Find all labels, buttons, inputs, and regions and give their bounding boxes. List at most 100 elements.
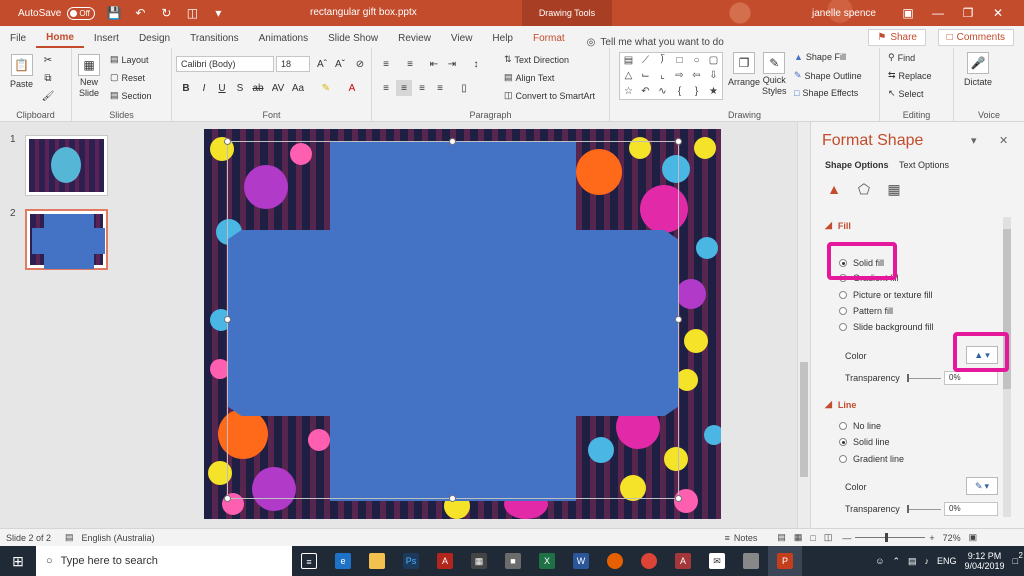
rect-shape-icon[interactable]: □ bbox=[676, 55, 682, 66]
strikethrough-icon[interactable]: ab bbox=[250, 80, 266, 96]
restore-icon[interactable]: ❐ bbox=[953, 0, 983, 26]
radio-no-line[interactable]: No line bbox=[839, 421, 881, 431]
fill-line-icon[interactable]: ▲ bbox=[825, 180, 843, 198]
section-button[interactable]: ▤ Section bbox=[110, 90, 152, 101]
task-view-icon[interactable]: ≡ bbox=[292, 546, 326, 576]
reading-view-icon[interactable]: □ bbox=[810, 533, 815, 543]
spellcheck-icon[interactable]: ▤ bbox=[65, 532, 74, 543]
slider-thumb[interactable] bbox=[907, 374, 909, 382]
bold-icon[interactable]: B bbox=[178, 80, 194, 96]
fill-section-header[interactable]: ◢ Fill bbox=[825, 220, 851, 231]
powerpoint-icon[interactable]: P bbox=[768, 546, 802, 576]
access-icon[interactable]: A bbox=[666, 546, 700, 576]
increase-indent-icon[interactable]: ⇥ bbox=[444, 56, 460, 72]
align-text-button[interactable]: ▤ Align Text bbox=[504, 72, 554, 83]
save-icon[interactable]: 💾 bbox=[107, 6, 122, 20]
justify-icon[interactable]: ≡ bbox=[432, 80, 448, 96]
slider-thumb[interactable] bbox=[907, 505, 909, 513]
excel-icon[interactable]: X bbox=[530, 546, 564, 576]
tab-view[interactable]: View bbox=[441, 28, 483, 48]
radio-slide-background-fill[interactable]: Slide background fill bbox=[839, 322, 934, 332]
format-painter-icon[interactable]: 🖌 bbox=[40, 88, 56, 104]
people-icon[interactable]: ☺ bbox=[875, 556, 884, 566]
firefox-icon[interactable] bbox=[598, 546, 632, 576]
notifications-icon[interactable]: □ 2 bbox=[1013, 551, 1023, 566]
grow-font-icon[interactable]: Aˆ bbox=[314, 56, 330, 72]
onenote-icon[interactable]: ■ bbox=[496, 546, 530, 576]
paste-button[interactable]: 📋 Paste bbox=[10, 54, 33, 89]
resize-handle[interactable] bbox=[224, 138, 231, 145]
resize-handle[interactable] bbox=[675, 316, 682, 323]
line-shape-icon[interactable]: ⟋ bbox=[642, 55, 649, 66]
zoom-slider-thumb[interactable] bbox=[885, 533, 889, 542]
decrease-indent-icon[interactable]: ⇤ bbox=[426, 56, 442, 72]
slide-thumbnail-2[interactable] bbox=[25, 209, 108, 270]
tell-me-box[interactable]: ◎ Tell me what you want to do bbox=[587, 37, 724, 48]
radio-gradient-line[interactable]: Gradient line bbox=[839, 454, 904, 464]
zoom-level[interactable]: 72% bbox=[943, 533, 961, 543]
arrow-down-shape-icon[interactable]: ⇩ bbox=[709, 70, 717, 81]
elbow-shape-icon[interactable]: ⌙ bbox=[641, 70, 649, 81]
tab-review[interactable]: Review bbox=[388, 28, 441, 48]
scrollbar-thumb[interactable] bbox=[800, 362, 808, 477]
slide-thumbnail-1[interactable] bbox=[25, 135, 108, 196]
wave-shape-icon[interactable]: ∿ bbox=[658, 86, 666, 97]
line2-shape-icon[interactable]: ⟌ bbox=[660, 55, 664, 66]
highlight-icon[interactable]: ✎ bbox=[318, 80, 334, 96]
resize-handle[interactable] bbox=[224, 316, 231, 323]
comments-button[interactable]: □ Comments bbox=[937, 29, 1014, 46]
language-indicator[interactable]: ENG bbox=[937, 556, 957, 566]
font-color-icon[interactable]: A bbox=[344, 80, 360, 96]
close-icon[interactable]: ✕ bbox=[983, 0, 1013, 26]
char-spacing-icon[interactable]: AV bbox=[270, 80, 286, 96]
customize-qat-icon[interactable]: ▾ bbox=[211, 6, 225, 20]
arrow-left-shape-icon[interactable]: ⇦ bbox=[692, 70, 700, 81]
cut-icon[interactable]: ✂ bbox=[40, 52, 56, 68]
tab-home[interactable]: Home bbox=[36, 28, 84, 48]
tab-shape-options[interactable]: Shape Options bbox=[825, 160, 889, 170]
word-icon[interactable]: W bbox=[564, 546, 598, 576]
slide-canvas[interactable] bbox=[204, 129, 721, 519]
zoom-in-icon[interactable]: + bbox=[929, 533, 934, 543]
line-transparency-slider[interactable] bbox=[907, 509, 941, 510]
fill-transparency-slider[interactable] bbox=[907, 378, 941, 379]
zoom-out-icon[interactable]: — bbox=[842, 533, 851, 543]
user-name[interactable]: janelle spence bbox=[812, 8, 876, 19]
align-center-icon[interactable]: ≡ bbox=[396, 80, 412, 96]
notes-button[interactable]: Notes bbox=[734, 533, 758, 543]
volume-icon[interactable]: ♪ bbox=[925, 556, 930, 566]
calculator-icon[interactable]: ▦ bbox=[462, 546, 496, 576]
copy-icon[interactable]: ⧉ bbox=[40, 70, 56, 86]
fill-transparency-input[interactable]: 0% bbox=[944, 371, 998, 385]
brace-right-shape-icon[interactable]: } bbox=[695, 86, 698, 97]
tab-animations[interactable]: Animations bbox=[249, 28, 318, 48]
clock[interactable]: 9:12 PM 9/04/2019 bbox=[965, 551, 1005, 571]
undo-icon[interactable]: ↶ bbox=[133, 6, 147, 20]
fit-slide-icon[interactable]: ▣ bbox=[969, 532, 978, 543]
resize-handle[interactable] bbox=[675, 138, 682, 145]
columns-icon[interactable]: ▯ bbox=[456, 80, 472, 96]
line-transparency-input[interactable]: 0% bbox=[944, 502, 998, 516]
brace-left-shape-icon[interactable]: { bbox=[678, 86, 681, 97]
effects-pentagon-icon[interactable]: ⬠ bbox=[855, 180, 873, 198]
shape-outline-button[interactable]: ✎ Shape Outline bbox=[794, 70, 862, 81]
radio-pattern-fill[interactable]: Pattern fill bbox=[839, 306, 893, 316]
change-case-icon[interactable]: Aa bbox=[290, 80, 306, 96]
slide-sorter-icon[interactable]: ▦ bbox=[794, 532, 803, 543]
bullets-icon[interactable]: ≡ bbox=[378, 56, 394, 72]
canvas-scrollbar[interactable] bbox=[797, 122, 810, 528]
photoshop-icon[interactable]: Ps bbox=[394, 546, 428, 576]
shape-fill-button[interactable]: ▲ Shape Fill bbox=[794, 52, 846, 62]
edge-icon[interactable]: e bbox=[326, 546, 360, 576]
windows-start-icon[interactable]: ⊞ bbox=[0, 546, 36, 576]
size-properties-icon[interactable]: ▦ bbox=[885, 180, 903, 198]
tray-chevron-icon[interactable]: ⌃ bbox=[892, 556, 900, 567]
arrange-button[interactable]: ❐ Arrange bbox=[728, 52, 760, 87]
shadow-icon[interactable]: S bbox=[232, 80, 248, 96]
line-section-header[interactable]: ◢ Line bbox=[825, 399, 856, 410]
font-name-dropdown[interactable]: Calibri (Body) bbox=[176, 56, 274, 72]
align-right-icon[interactable]: ≡ bbox=[414, 80, 430, 96]
reset-button[interactable]: ▢ Reset bbox=[110, 72, 145, 83]
tab-help[interactable]: Help bbox=[482, 28, 523, 48]
present-icon[interactable]: ◫ bbox=[185, 6, 199, 20]
